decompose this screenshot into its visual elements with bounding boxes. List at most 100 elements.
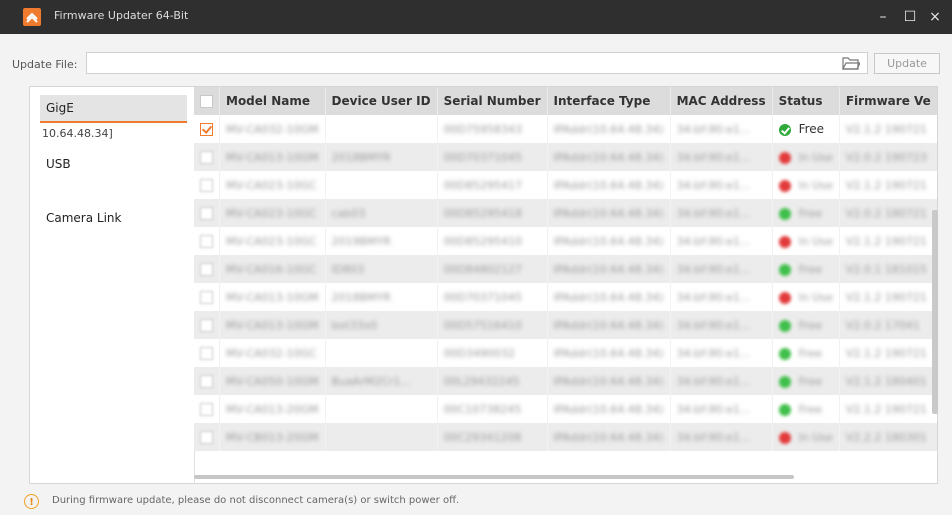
- row-select-cell[interactable]: [194, 143, 220, 171]
- row-checkbox[interactable]: [200, 151, 213, 164]
- status-text: In Use: [798, 291, 833, 304]
- cell-interface-type: IPAddr(10.64.48.34): [547, 199, 671, 227]
- cell-firmware-version: V2.0.2 180721: [839, 199, 937, 227]
- row-checkbox[interactable]: [200, 235, 213, 248]
- folder-icon[interactable]: [842, 55, 861, 71]
- cell-mac-address: 34:bf:90:e1...: [670, 143, 773, 171]
- table-row[interactable]: MV-CA023-10GC 2019BMYR 00D85295410 IPAddr(1…: [194, 227, 937, 255]
- row-checkbox[interactable]: [200, 375, 213, 388]
- table-row[interactable]: MV-CA023-10GC cab03 00D85295418 IPAddr(10.6…: [194, 199, 937, 227]
- header-device-user-id[interactable]: Device User ID: [325, 87, 438, 115]
- minimize-button[interactable]: –: [872, 7, 894, 27]
- cell-model-name-text: MV-CA016-10GC: [226, 263, 317, 276]
- cell-device-user-id: [325, 423, 438, 451]
- cell-device-user-id: [325, 339, 438, 367]
- status-text: In Use: [798, 235, 833, 248]
- status-dot-icon: [778, 347, 791, 360]
- update-file-input[interactable]: [86, 52, 868, 74]
- cell-model-name: MV-CA016-10GC: [219, 255, 326, 283]
- cell-interface-type-text: IPAddr(10.64.48.34): [553, 263, 664, 276]
- row-select-cell[interactable]: [194, 423, 220, 451]
- table-row[interactable]: MV-CA016-10GC ID803 00D84802127 IPAddr(10.6…: [194, 255, 937, 283]
- row-checkbox[interactable]: [200, 431, 213, 444]
- header-interface-type[interactable]: Interface Type: [547, 87, 671, 115]
- row-select-cell[interactable]: [194, 199, 220, 227]
- cell-interface-type: IPAddr(10.64.48.34): [547, 171, 671, 199]
- vertical-scrollbar[interactable]: [932, 210, 938, 414]
- table-row[interactable]: MV-CA032-10GC 00D3490032 IPAddr(10.64.48.3…: [194, 339, 937, 367]
- table-row[interactable]: MV-CA013-10GM bot33x0 00D57516410 IPAddr(10…: [194, 311, 937, 339]
- row-checkbox[interactable]: [200, 263, 213, 276]
- select-all-checkbox[interactable]: [200, 95, 213, 108]
- row-select-cell[interactable]: [194, 115, 220, 143]
- table-row[interactable]: MV-CA013-10GM 2018BMYR 00D70371045 IPAddr(1…: [194, 143, 937, 171]
- cell-device-user-id: [325, 395, 438, 423]
- row-select-cell[interactable]: [194, 395, 220, 423]
- row-select-cell[interactable]: [194, 227, 220, 255]
- cell-status: In Use: [772, 283, 840, 311]
- row-checkbox[interactable]: [200, 291, 213, 304]
- row-select-cell[interactable]: [194, 171, 220, 199]
- header-status[interactable]: Status: [772, 87, 840, 115]
- cell-mac-address: 34:bf:90:e1...: [670, 367, 773, 395]
- cell-device-user-id: bot33x0: [325, 311, 438, 339]
- window-title: Firmware Updater 64-Bit: [54, 9, 189, 22]
- table-row[interactable]: MV-CA032-10GM 00D75958343 IPAddr(10.64.48.…: [194, 115, 937, 143]
- row-checkbox[interactable]: [200, 347, 213, 360]
- cell-model-name: MV-CB013-20GM: [219, 423, 326, 451]
- cell-model-name-text: MV-CA013-10GM: [226, 151, 319, 164]
- row-checkbox[interactable]: [200, 207, 213, 220]
- status-dot-icon: [778, 431, 791, 444]
- table-row[interactable]: MV-CA050-10GM BuaArM2Cr1... 00L29432245 IPA…: [194, 367, 937, 395]
- cell-serial-number-text: 00D3490032: [443, 347, 516, 360]
- row-select-cell[interactable]: [194, 367, 220, 395]
- row-checkbox[interactable]: [200, 403, 213, 416]
- horizontal-scrollbar[interactable]: [194, 475, 794, 479]
- status-text: Free: [798, 263, 822, 276]
- cell-serial-number: 00D85295410: [437, 227, 548, 255]
- close-button[interactable]: ×: [924, 7, 946, 27]
- cell-model-name: MV-CA050-10GM: [219, 367, 326, 395]
- table-row[interactable]: MV-CA013-20GM 00C10738245 IPAddr(10.64.48.…: [194, 395, 937, 423]
- row-select-cell[interactable]: [194, 311, 220, 339]
- header-mac-address[interactable]: MAC Address: [670, 87, 773, 115]
- sidebar-item-gige[interactable]: GigE: [40, 95, 187, 123]
- cell-firmware-version-text: V2.0.2 180721: [845, 207, 927, 220]
- cell-mac-address-text: 34:bf:90:e1...: [676, 151, 751, 164]
- cell-device-user-id-text: ID803: [331, 263, 365, 276]
- sidebar-item-camera-link[interactable]: Camera Link: [46, 211, 121, 225]
- cell-interface-type: IPAddr(10.64.48.34): [547, 143, 671, 171]
- row-checkbox[interactable]: [200, 319, 213, 332]
- cell-firmware-version: V2.0.1 181015: [839, 255, 937, 283]
- cell-serial-number-text: 00L29432245: [443, 375, 520, 388]
- cell-interface-type-text: IPAddr(10.64.48.34): [553, 291, 664, 304]
- row-select-cell[interactable]: [194, 339, 220, 367]
- header-serial-number[interactable]: Serial Number: [437, 87, 548, 115]
- maximize-button[interactable]: ☐: [899, 7, 921, 27]
- cell-status: Free: [772, 311, 840, 339]
- cell-interface-type: IPAddr(10.64.48.34): [547, 115, 671, 143]
- row-select-cell[interactable]: [194, 255, 220, 283]
- row-select-cell[interactable]: [194, 283, 220, 311]
- header-select-all[interactable]: [194, 87, 220, 115]
- cell-status: In Use: [772, 143, 840, 171]
- update-button[interactable]: Update: [874, 53, 940, 74]
- header-firmware-version[interactable]: Firmware Ve: [839, 87, 937, 115]
- status-dot-icon: [778, 319, 791, 332]
- cell-model-name-text: MV-CA013-10GM: [226, 319, 319, 332]
- row-checkbox[interactable]: [200, 123, 213, 136]
- status-text: In Use: [798, 151, 833, 164]
- cell-model-name-text: MV-CA032-10GC: [226, 347, 317, 360]
- table-row[interactable]: MV-CA023-10GC 00D85295417 IPAddr(10.64.48.…: [194, 171, 937, 199]
- sidebar-item-usb[interactable]: USB: [46, 157, 71, 171]
- cell-device-user-id: [325, 171, 438, 199]
- cell-interface-type-text: IPAddr(10.64.48.34): [553, 403, 664, 416]
- cell-interface-type: IPAddr(10.64.48.34): [547, 255, 671, 283]
- sidebar-item-gige-ip[interactable]: 10.64.48.34]: [42, 127, 113, 140]
- table-row[interactable]: MV-CA013-10GM 2018BMYR 00D70371045 IPAddr(1…: [194, 283, 937, 311]
- table-row[interactable]: MV-CB013-20GM 00C29341208 IPAddr(10.64.48.…: [194, 423, 937, 451]
- cell-status: Free: [772, 367, 840, 395]
- cell-firmware-version: V2.1.2 190721: [839, 115, 937, 143]
- header-model-name[interactable]: Model Name: [219, 87, 326, 115]
- row-checkbox[interactable]: [200, 179, 213, 192]
